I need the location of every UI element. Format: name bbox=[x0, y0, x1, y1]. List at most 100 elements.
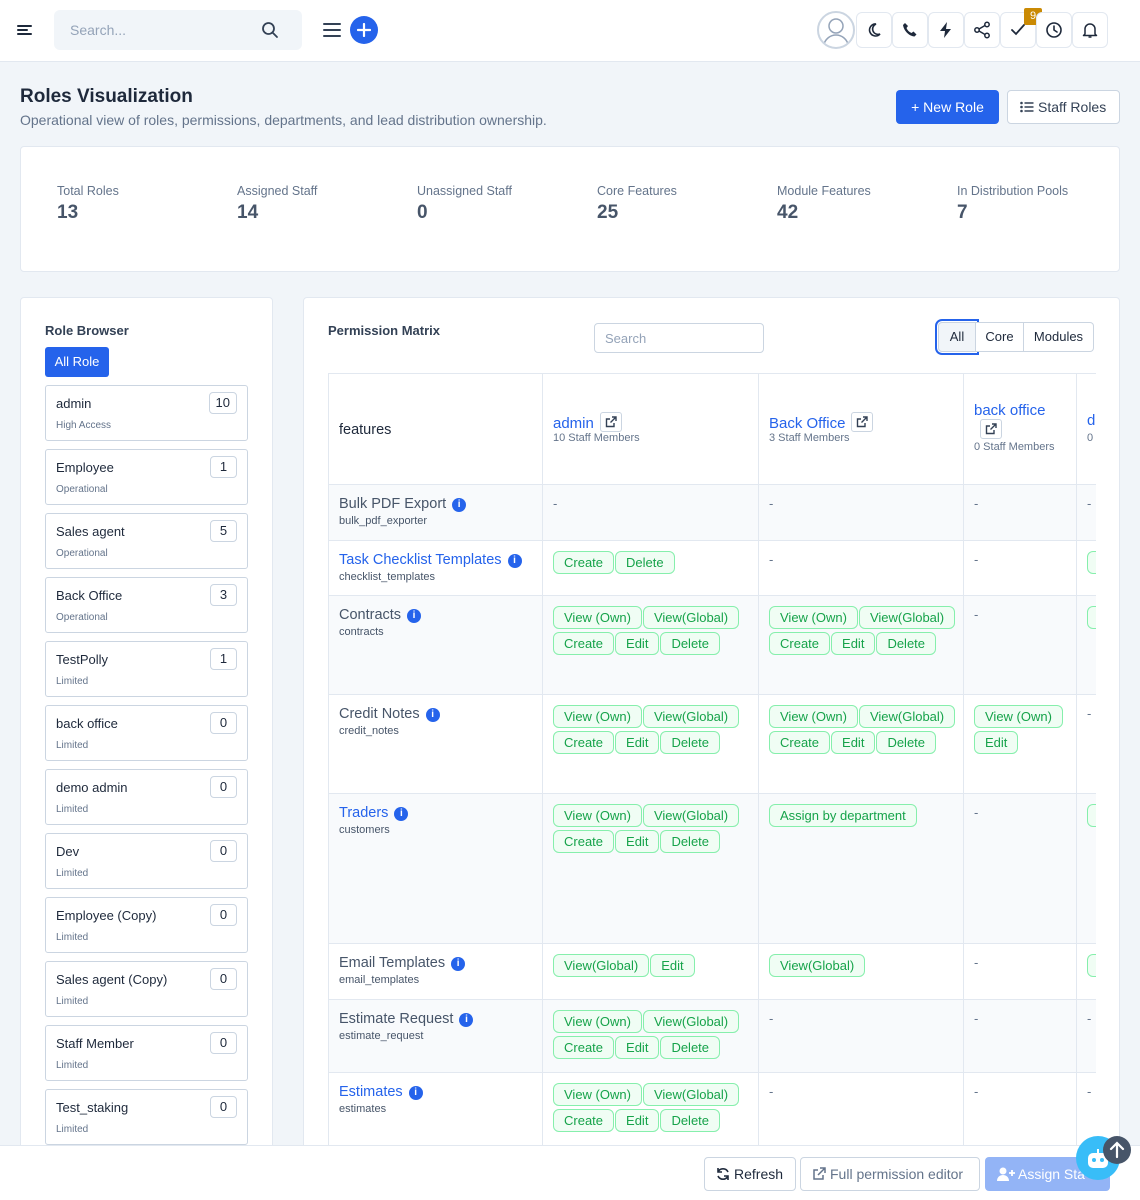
role-card[interactable]: Sales agent Operational 5 bbox=[45, 513, 248, 569]
clock-icon[interactable] bbox=[1036, 12, 1072, 48]
permission-chip[interactable]: Edit bbox=[615, 830, 660, 853]
permission-chip[interactable]: Edit bbox=[974, 731, 1019, 754]
filter-all-button[interactable]: All bbox=[935, 319, 979, 355]
permission-chip[interactable]: View(Global) bbox=[553, 954, 650, 977]
role-card[interactable]: Dev Limited 0 bbox=[45, 833, 248, 889]
permission-chip[interactable]: Create bbox=[769, 632, 831, 655]
role-column-link[interactable]: Back Office bbox=[769, 412, 874, 432]
permission-chip[interactable]: Edit bbox=[831, 731, 876, 754]
phone-icon[interactable] bbox=[892, 12, 928, 48]
info-icon[interactable]: i bbox=[425, 708, 440, 722]
moon-icon[interactable] bbox=[856, 12, 892, 48]
permission-chip[interactable]: View (Own) bbox=[769, 606, 858, 629]
permission-chip[interactable]: Create bbox=[553, 1036, 615, 1059]
bolt-icon[interactable] bbox=[928, 12, 964, 48]
role-column-name[interactable]: d bbox=[1087, 412, 1095, 429]
info-icon[interactable]: i bbox=[507, 554, 522, 568]
all-role-button[interactable]: All Role bbox=[45, 347, 109, 377]
permission-chip[interactable]: Delete bbox=[660, 1109, 721, 1132]
search-input[interactable] bbox=[54, 10, 264, 50]
role-card[interactable]: back office Limited 0 bbox=[45, 705, 248, 761]
role-card[interactable]: Test_staking Limited 0 bbox=[45, 1089, 248, 1145]
permission-chip[interactable]: Create bbox=[553, 731, 615, 754]
full-permission-editor-button[interactable]: Full permission editor bbox=[800, 1157, 980, 1191]
permission-chip[interactable]: Create bbox=[553, 830, 615, 853]
plus-icon[interactable] bbox=[350, 16, 378, 44]
permission-chip[interactable]: Edit bbox=[831, 632, 876, 655]
permission-chip[interactable]: Delete bbox=[660, 632, 721, 655]
permission-chip[interactable]: View(Global) bbox=[642, 1083, 740, 1106]
permission-chip[interactable]: Edit bbox=[615, 731, 660, 754]
search-icon[interactable] bbox=[261, 21, 279, 39]
permission-chip[interactable]: View(Global) bbox=[769, 954, 866, 977]
role-column-name[interactable]: back office bbox=[974, 402, 1045, 419]
permission-chip-truncated[interactable] bbox=[1087, 954, 1096, 977]
permission-chip[interactable]: View(Global) bbox=[858, 606, 956, 629]
feature-name[interactable]: Traders i bbox=[339, 805, 409, 821]
role-card[interactable]: Employee Operational 1 bbox=[45, 449, 248, 505]
share-icon[interactable] bbox=[964, 12, 1000, 48]
menu-icon[interactable] bbox=[16, 22, 34, 40]
permission-chip-truncated[interactable] bbox=[1087, 804, 1096, 827]
permission-chip[interactable]: Delete bbox=[876, 632, 937, 655]
feature-name-text[interactable]: Estimates bbox=[339, 1084, 403, 1100]
info-icon[interactable]: i bbox=[408, 1086, 423, 1100]
permission-chip[interactable]: Create bbox=[553, 551, 615, 574]
role-column-link[interactable]: back office bbox=[974, 402, 1045, 439]
permission-chip-truncated[interactable] bbox=[1087, 551, 1096, 574]
role-column-name[interactable]: admin bbox=[553, 415, 594, 432]
permission-chip[interactable]: Create bbox=[553, 1109, 615, 1132]
permission-chip[interactable]: View (Own) bbox=[553, 606, 642, 629]
permission-chip[interactable]: Create bbox=[769, 731, 831, 754]
permission-chip[interactable]: View (Own) bbox=[974, 705, 1063, 728]
permission-chip[interactable]: View(Global) bbox=[642, 804, 740, 827]
permission-chip[interactable]: View(Global) bbox=[642, 606, 740, 629]
permission-chip[interactable]: View (Own) bbox=[553, 1010, 642, 1033]
feature-name[interactable]: Estimates i bbox=[339, 1084, 423, 1100]
bell-icon[interactable] bbox=[1072, 12, 1108, 48]
matrix-search-input[interactable] bbox=[594, 323, 764, 353]
external-link-icon[interactable] bbox=[599, 412, 622, 432]
feature-name[interactable]: Task Checklist Templates i bbox=[339, 552, 522, 568]
permission-chip[interactable]: Edit bbox=[615, 1036, 660, 1059]
permission-chip[interactable]: Delete bbox=[615, 551, 675, 574]
permission-chip[interactable]: Assign by department bbox=[769, 804, 917, 827]
role-card[interactable]: demo admin Limited 0 bbox=[45, 769, 248, 825]
permission-chip[interactable]: Edit bbox=[615, 1109, 660, 1132]
new-role-button[interactable]: + New Role bbox=[896, 90, 999, 124]
list-icon[interactable] bbox=[323, 21, 341, 39]
role-card[interactable]: Sales agent (Copy) Limited 0 bbox=[45, 961, 248, 1017]
feature-name-text[interactable]: Traders bbox=[339, 805, 388, 821]
external-link-icon[interactable] bbox=[980, 419, 1002, 439]
permission-chip[interactable]: View(Global) bbox=[642, 1010, 740, 1033]
permission-chip[interactable]: View (Own) bbox=[769, 705, 858, 728]
role-card[interactable]: Back Office Operational 3 bbox=[45, 577, 248, 633]
permission-chip[interactable]: View(Global) bbox=[642, 705, 740, 728]
filter-modules-button[interactable]: Modules bbox=[1024, 322, 1094, 352]
permission-chip[interactable]: Delete bbox=[660, 1036, 721, 1059]
info-icon[interactable]: i bbox=[452, 498, 467, 512]
permission-chip[interactable]: Delete bbox=[660, 830, 721, 853]
role-column-link[interactable]: d bbox=[1087, 412, 1095, 429]
role-card[interactable]: Staff Member Limited 0 bbox=[45, 1025, 248, 1081]
role-card[interactable]: admin High Access 10 bbox=[45, 385, 248, 441]
external-link-icon[interactable] bbox=[851, 412, 874, 432]
feature-name-text[interactable]: Task Checklist Templates bbox=[339, 552, 502, 568]
permission-chip[interactable]: View (Own) bbox=[553, 705, 642, 728]
info-icon[interactable]: i bbox=[459, 1013, 474, 1027]
permission-chip[interactable]: Delete bbox=[660, 731, 721, 754]
scroll-top-button[interactable] bbox=[1103, 1136, 1131, 1164]
info-icon[interactable]: i bbox=[407, 609, 422, 623]
staff-roles-button[interactable]: Staff Roles bbox=[1007, 90, 1120, 124]
permission-chip[interactable]: View (Own) bbox=[553, 1083, 642, 1106]
role-card[interactable]: Employee (Copy) Limited 0 bbox=[45, 897, 248, 953]
permission-chip-truncated[interactable] bbox=[1087, 606, 1096, 629]
filter-core-button[interactable]: Core bbox=[976, 322, 1024, 352]
info-icon[interactable]: i bbox=[394, 807, 409, 821]
role-column-name[interactable]: Back Office bbox=[769, 415, 845, 432]
permission-chip[interactable]: View (Own) bbox=[553, 804, 642, 827]
permission-chip[interactable]: Edit bbox=[615, 632, 660, 655]
role-card[interactable]: TestPolly Limited 1 bbox=[45, 641, 248, 697]
permission-chip[interactable]: Delete bbox=[876, 731, 937, 754]
permission-chip[interactable]: Edit bbox=[650, 954, 695, 977]
